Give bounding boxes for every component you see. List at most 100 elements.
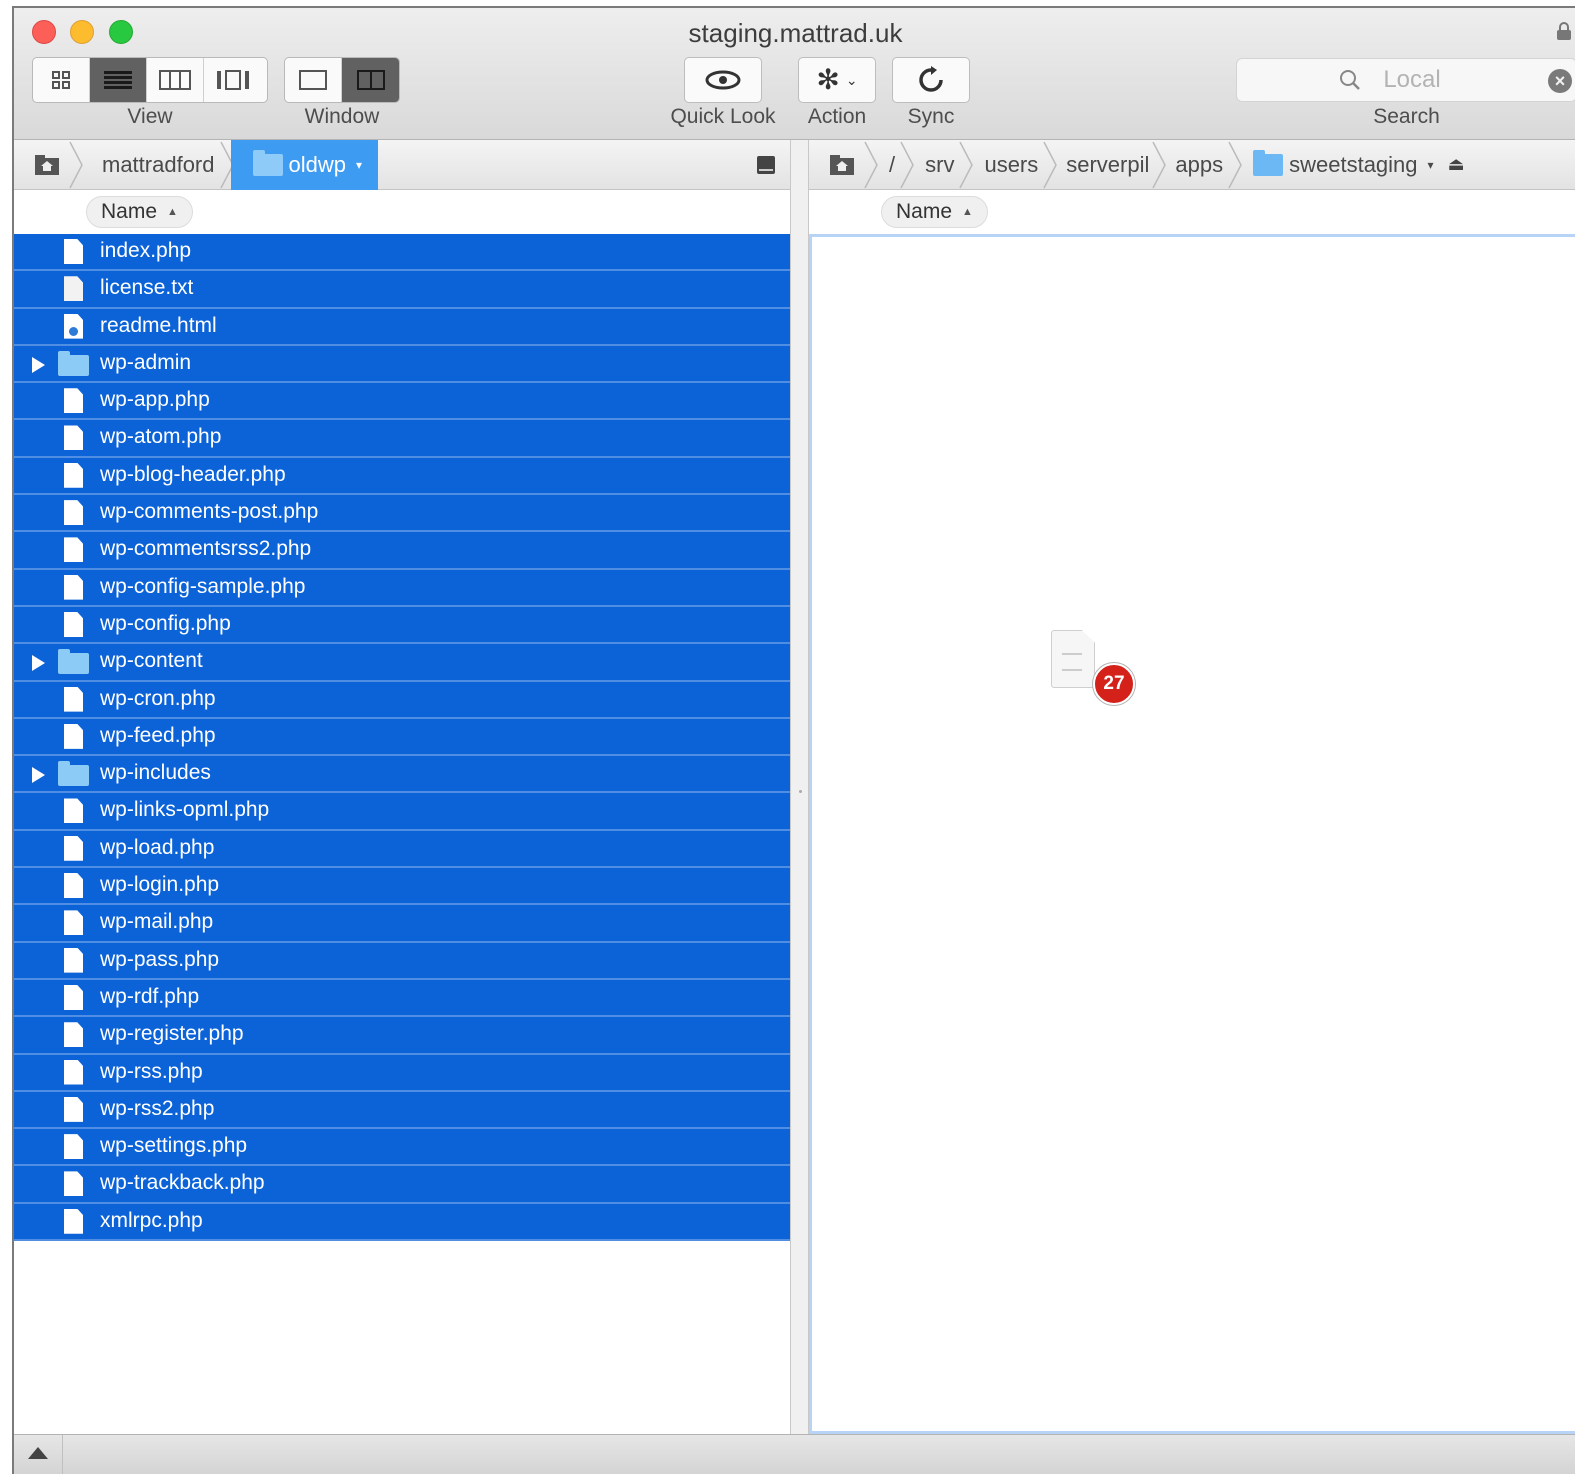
file-row[interactable]: wp-includes — [14, 756, 790, 794]
sync-label: Sync — [907, 105, 955, 128]
quick-look-label: Quick Look — [670, 105, 776, 128]
file-icon — [64, 388, 83, 414]
search-input[interactable] — [1237, 59, 1527, 101]
file-row[interactable]: wp-feed.php — [14, 718, 790, 757]
window-mode-control — [284, 57, 400, 103]
disclosure-triangle-icon[interactable] — [32, 655, 45, 672]
breadcrumb-oldwp[interactable]: oldwp ▾ — [230, 140, 379, 190]
file-name: readme.html — [100, 313, 217, 337]
eject-icon[interactable]: ⏏ — [1448, 154, 1465, 175]
local-home-crumb[interactable] — [14, 140, 83, 190]
file-row[interactable]: wp-trackback.php — [14, 1166, 790, 1204]
file-row[interactable]: wp-config-sample.php — [14, 569, 790, 607]
breadcrumb-apps[interactable]: apps — [1163, 140, 1242, 190]
remote-home-crumb[interactable] — [809, 140, 878, 190]
remote-file-list[interactable]: 27 — [809, 234, 1575, 1434]
file-row[interactable]: wp-links-opml.php — [14, 793, 790, 831]
file-row[interactable]: wp-content — [14, 644, 790, 682]
file-row[interactable]: wp-rss2.php — [14, 1091, 790, 1130]
window-title: staging.mattrad.uk — [688, 18, 903, 48]
file-icon — [64, 947, 83, 973]
file-icon — [64, 537, 83, 563]
pane-divider[interactable] — [790, 140, 809, 1434]
action-menu-button[interactable]: ✻ ⌄ — [798, 57, 876, 103]
file-row[interactable]: wp-blog-header.php — [14, 457, 790, 496]
coverflow-icon — [216, 70, 249, 90]
breadcrumb-label: serverpil — [1066, 151, 1150, 177]
breadcrumb-root[interactable]: / — [875, 140, 914, 190]
file-icon — [64, 1059, 83, 1085]
file-row[interactable]: wp-pass.php — [14, 942, 790, 980]
home-folder-icon — [35, 154, 59, 175]
action-label: Action — [807, 105, 867, 128]
file-row[interactable]: wp-app.php — [14, 383, 790, 421]
file-row[interactable]: wp-load.php — [14, 830, 790, 869]
sync-button[interactable] — [892, 57, 970, 103]
file-name: wp-config.php — [100, 611, 231, 635]
file-row[interactable]: index.php — [14, 234, 790, 272]
list-icon — [104, 71, 132, 89]
dragged-files-icon — [1051, 630, 1095, 688]
file-row[interactable]: wp-login.php — [14, 868, 790, 906]
column-view-button[interactable] — [147, 58, 204, 102]
file-row[interactable]: readme.html — [14, 308, 790, 346]
search-label: Search — [1373, 105, 1440, 128]
file-row[interactable]: wp-commentsrss2.php — [14, 532, 790, 570]
file-name: wp-login.php — [100, 873, 220, 897]
name-column-header[interactable]: Name ▲ — [86, 196, 193, 228]
breadcrumb-mattradford[interactable]: mattradford — [80, 140, 234, 190]
file-icon — [64, 1022, 83, 1048]
single-pane-button[interactable] — [285, 58, 342, 102]
file-name: wp-rdf.php — [100, 984, 200, 1008]
file-icon — [64, 723, 83, 749]
dual-pane-button[interactable] — [342, 58, 399, 102]
window-label: Window — [304, 105, 380, 128]
file-row[interactable]: wp-admin — [14, 345, 790, 384]
file-row[interactable]: wp-register.php — [14, 1017, 790, 1055]
file-row[interactable]: wp-settings.php — [14, 1129, 790, 1167]
sync-icon — [919, 66, 943, 92]
breadcrumb-label: srv — [925, 151, 955, 177]
file-name: wp-rss2.php — [100, 1096, 215, 1120]
dropdown-arrow-icon: ▾ — [1427, 157, 1434, 172]
text-file-icon — [64, 276, 83, 302]
disclosure-triangle-icon[interactable] — [32, 767, 45, 784]
file-row[interactable]: wp-atom.php — [14, 420, 790, 458]
column-header-label: Name — [896, 200, 953, 223]
file-row[interactable]: wp-rdf.php — [14, 979, 790, 1018]
drive-icon[interactable] — [756, 152, 776, 178]
quick-look-button[interactable] — [684, 57, 762, 103]
disclosure-triangle-icon[interactable] — [32, 356, 45, 373]
single-pane-icon — [299, 70, 327, 90]
breadcrumb-srv[interactable]: srv — [911, 140, 974, 190]
file-row[interactable]: wp-cron.php — [14, 681, 790, 719]
file-row[interactable]: xmlrpc.php — [14, 1203, 790, 1242]
file-name: wp-register.php — [100, 1022, 244, 1046]
file-icon — [64, 500, 83, 526]
file-name: wp-trackback.php — [100, 1171, 265, 1195]
breadcrumb-serverpil[interactable]: serverpil — [1054, 140, 1167, 190]
file-icon — [64, 425, 83, 451]
file-row[interactable]: wp-rss.php — [14, 1054, 790, 1092]
search-field: × — [1236, 58, 1575, 102]
chevron-down-icon: ⌄ — [845, 71, 858, 88]
list-view-button[interactable] — [90, 58, 147, 102]
sort-ascending-icon: ▲ — [962, 206, 973, 218]
file-row[interactable]: license.txt — [14, 271, 790, 309]
coverflow-view-button[interactable] — [204, 58, 261, 102]
file-row[interactable]: wp-comments-post.php — [14, 495, 790, 533]
remote-pane: / srv users serverpil apps sweetstaging … — [809, 140, 1575, 1434]
breadcrumb-label: sweetstaging — [1289, 151, 1418, 177]
remote-column-header: Name ▲ — [809, 190, 1575, 234]
breadcrumb-sweetstaging[interactable]: sweetstaging ▾ — [1239, 140, 1445, 190]
toggle-transfers-icon[interactable] — [28, 1447, 48, 1459]
file-row[interactable]: wp-mail.php — [14, 905, 790, 943]
file-name: wp-feed.php — [100, 723, 216, 747]
breadcrumb-users[interactable]: users — [970, 140, 1058, 190]
file-icon — [64, 574, 83, 600]
file-row[interactable]: wp-config.php — [14, 606, 790, 645]
clear-search-icon[interactable]: × — [1548, 69, 1572, 93]
icon-view-button[interactable] — [33, 58, 90, 102]
name-column-header[interactable]: Name ▲ — [881, 196, 988, 228]
file-icon — [64, 873, 83, 899]
